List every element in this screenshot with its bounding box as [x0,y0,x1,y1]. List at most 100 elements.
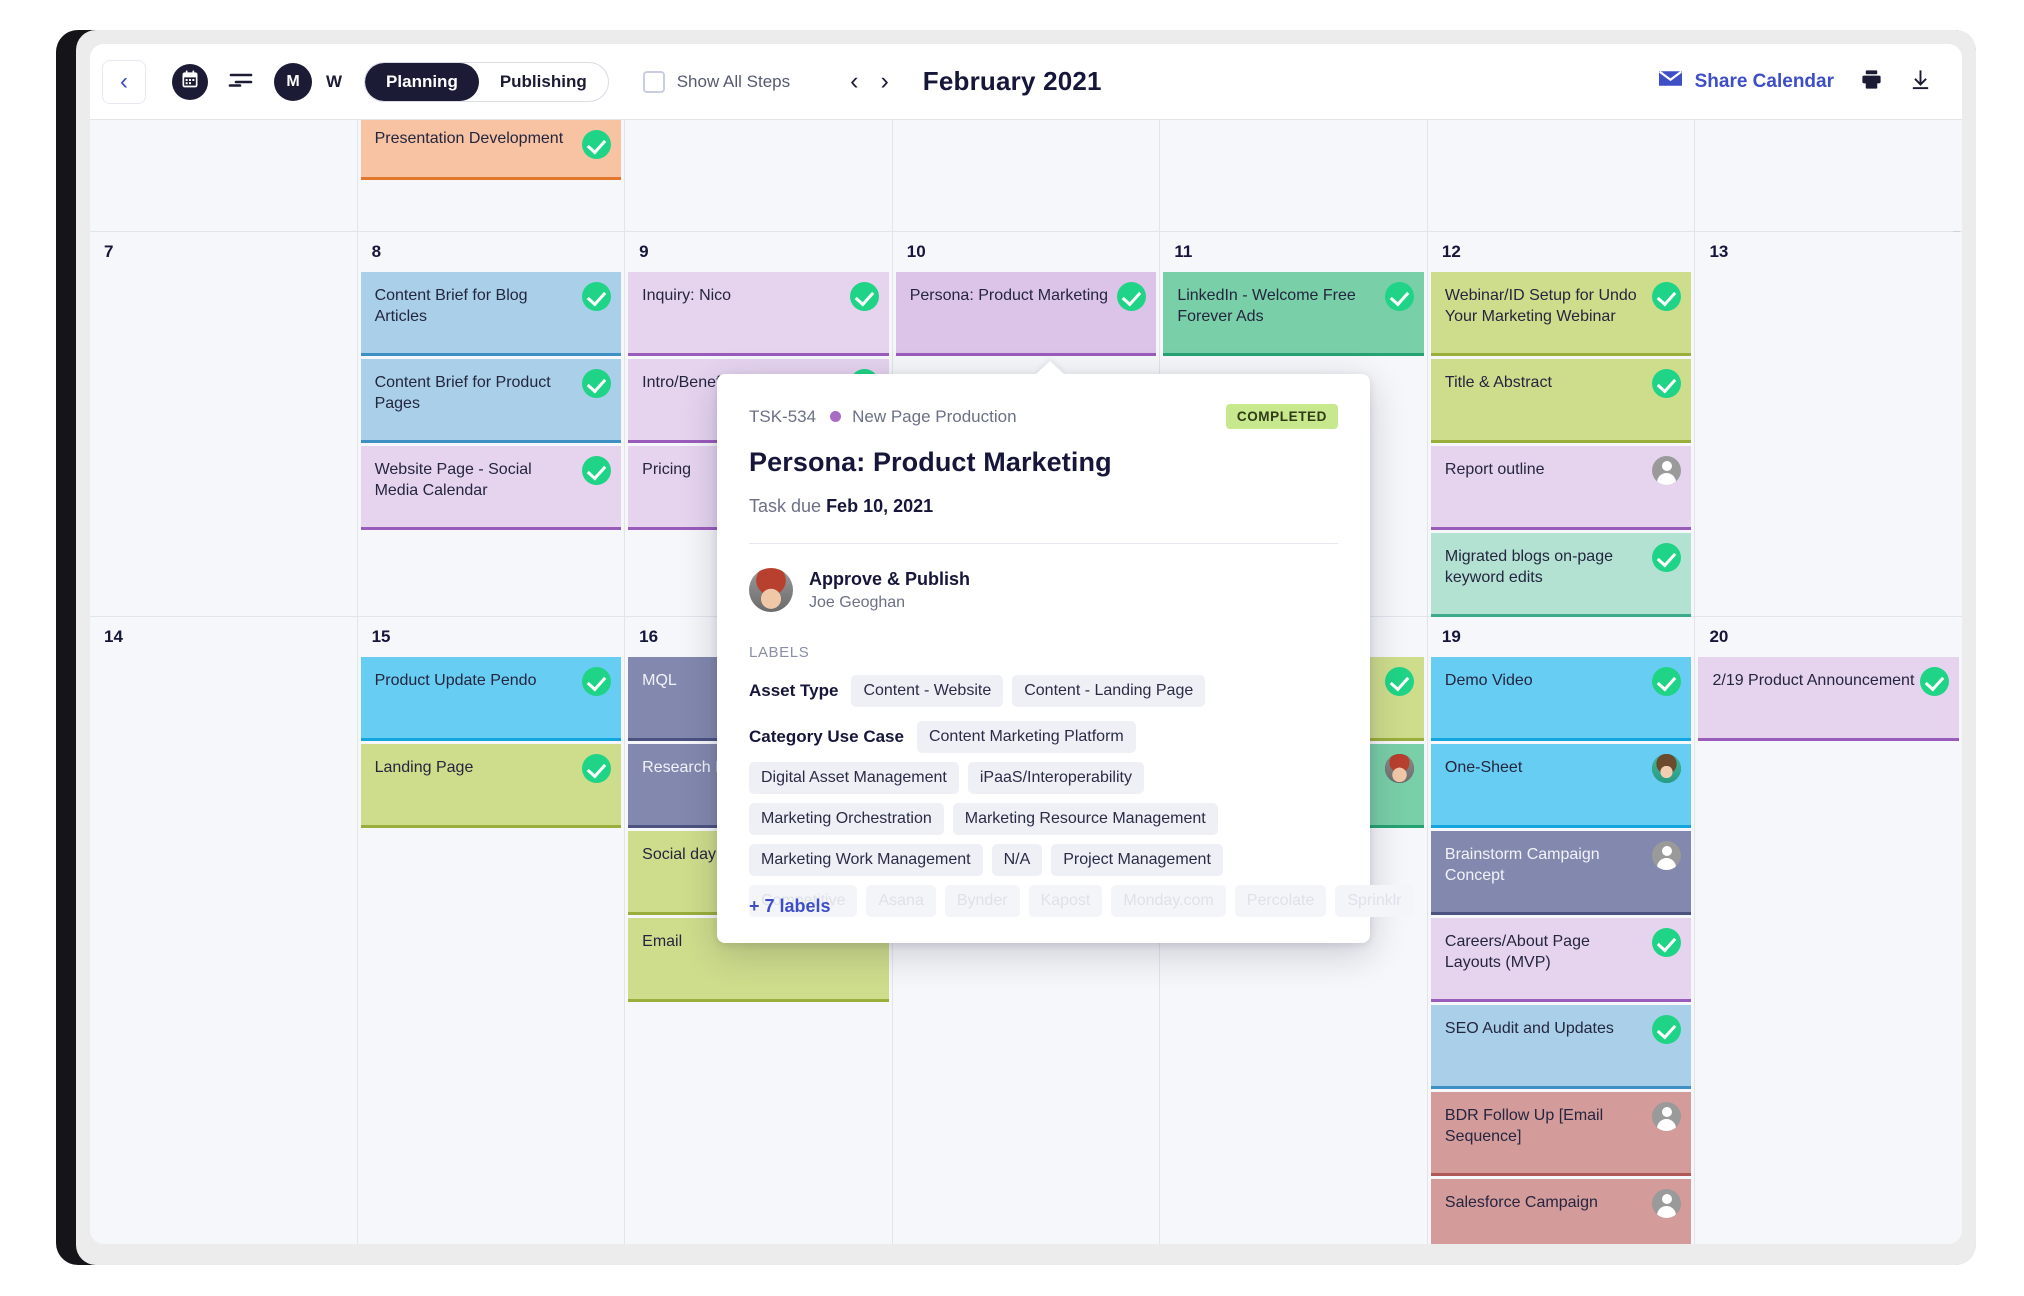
calendar-event[interactable]: Careers/About Page Layouts (MVP) [1430,918,1692,1002]
calendar-day[interactable] [625,120,893,231]
calendar-day[interactable]: Presentation Development [357,120,626,231]
completed-check-icon [582,456,612,485]
task-detail-popover[interactable]: TSK-534 New Page Production COMPLETED Pe… [717,374,1414,943]
label-chip[interactable]: Marketing Resource Management [952,803,1218,835]
calendar-day-8[interactable]: 8 Content Brief for Blog Articles Content … [357,232,626,616]
printer-icon [1860,69,1883,95]
calendar-day-19[interactable]: 19 Demo Video One-Sheet Brainstorm Campaign… [1427,617,1696,1244]
calendar-event[interactable]: One-Sheet [1430,744,1692,828]
label-group-name: Asset Type [749,681,839,700]
calendar-event[interactable]: Demo Video [1430,657,1692,741]
calendar-day[interactable] [90,120,358,231]
calendar-event[interactable]: Product Update Pendo [360,657,622,741]
calendar-event[interactable]: Brainstorm Campaign Concept [1430,831,1692,915]
popover-header: TSK-534 New Page Production COMPLETED [749,404,1338,429]
back-button[interactable]: ‹ [102,59,146,104]
sort-icon [228,69,254,94]
task-key: TSK-534 [749,406,817,426]
app-window: ‹ M W Planning Publishing Show All Steps… [90,44,1962,1244]
label-chip[interactable]: Digital Asset Management [749,762,959,794]
calendar-event[interactable]: Content Brief for Product Pages [360,359,622,443]
calendar-event[interactable]: Content Brief for Blog Articles [360,272,622,356]
event-title: Landing Page [374,759,474,776]
completed-check-icon [1652,1015,1682,1044]
day-events [90,120,357,126]
calendar-event[interactable]: 2/19 Product Announcement [1698,657,1960,741]
event-title: Presentation Development [374,130,564,147]
day-events [1695,272,1962,278]
label-chip[interactable]: N/A [991,844,1043,876]
calendar-day[interactable] [1160,120,1428,231]
label-chip[interactable]: Content - Website [851,675,1004,707]
calendar-event[interactable]: Website Page - Social Media Calendar [360,446,622,530]
completed-check-icon [582,130,612,159]
calendar-day[interactable] [1427,120,1696,231]
toolbar: ‹ M W Planning Publishing Show All Steps… [90,44,1962,120]
calendar-view-button[interactable] [172,63,208,100]
day-events [893,120,1160,126]
calendar-day-20[interactable]: 20 2/19 Product Announcement [1695,617,1962,1244]
show-all-steps-label: Show All Steps [676,71,791,91]
calendar-event[interactable]: Presentation Development [360,120,622,180]
calendar-day[interactable] [1695,120,1962,231]
sort-button[interactable] [228,69,254,95]
tab-publishing[interactable]: Publishing [479,63,608,101]
event-title: Content Brief for Product Pages [374,374,551,413]
label-group: Category Use Case Content Marketing Platf… [749,721,1338,876]
download-button[interactable] [1909,68,1932,96]
assignee-name: Joe Geoghan [809,593,906,611]
calendar-event[interactable]: Landing Page [360,744,622,828]
day-events [1428,120,1695,126]
calendar-event[interactable]: Webinar/ID Setup for Undo Your Marketing… [1430,272,1692,356]
calendar-event[interactable]: Migrated blogs on-page keyword edits [1430,533,1692,617]
completed-check-icon [1117,282,1147,311]
completed-check-icon [1652,928,1682,957]
label-chip[interactable]: Project Management [1051,844,1223,876]
more-labels-link[interactable]: + 7 labels [749,896,1338,917]
show-all-steps-toggle[interactable]: Show All Steps [642,70,791,93]
calendar-day[interactable] [892,120,1161,231]
print-button[interactable] [1860,68,1883,96]
calendar-event[interactable]: Salesforce Campaign [1430,1179,1692,1244]
tab-planning[interactable]: Planning [365,62,479,101]
calendar-event[interactable]: Title & Abstract [1430,359,1692,443]
chevron-left-icon: ‹ [120,67,128,95]
calendar-day-13[interactable]: 13 [1695,232,1962,616]
month-week-toggle[interactable]: M W [274,62,342,101]
show-all-steps-checkbox[interactable] [642,70,665,93]
month-toggle[interactable]: M [274,62,312,101]
label-chip[interactable]: iPaaS/Interoperability [967,762,1144,794]
completed-check-icon [849,282,879,311]
calendar-day-15[interactable]: 15 Product Update Pendo Landing Page [357,617,626,1244]
day-events: Presentation Development [358,120,625,189]
calendar-event[interactable]: LinkedIn - Welcome Free Forever Ads [1163,272,1424,356]
share-calendar-button[interactable]: Share Calendar [1658,69,1834,94]
calendar-day-12[interactable]: 12 Webinar/ID Setup for Undo Your Marketi… [1427,232,1696,617]
label-chip[interactable]: Marketing Work Management [749,844,983,876]
calendar-event[interactable]: Persona: Product Marketing [895,272,1157,356]
day-events: Persona: Product Marketing [893,272,1160,365]
completed-check-icon [582,369,612,398]
calendar-event[interactable]: BDR Follow Up [Email Sequence] [1430,1092,1692,1176]
week-toggle[interactable]: W [326,72,342,92]
day-events [90,657,357,663]
event-title: Careers/About Page Layouts (MVP) [1444,933,1590,972]
calendar-event[interactable]: SEO Audit and Updates [1430,1005,1692,1089]
download-icon [1909,69,1932,95]
label-chip[interactable]: Content Marketing Platform [916,721,1136,753]
assignee-avatar [1652,841,1682,870]
assignee-avatar [1652,1102,1682,1131]
day-events [1160,120,1427,126]
calendar-event[interactable]: Report outline [1430,446,1692,530]
calendar-day-7[interactable]: 7 [90,232,358,616]
assignee-avatar [1652,456,1682,485]
calendar-day-14[interactable]: 14 [90,617,358,1244]
calendar-event[interactable]: Inquiry: Nico [628,272,889,356]
event-title: Website Page - Social Media Calendar [374,461,532,500]
label-chip[interactable]: Content - Landing Page [1012,675,1206,707]
day-number: 19 [1441,627,1461,646]
planning-publishing-segmented-control[interactable]: Planning Publishing [364,61,609,102]
label-chip[interactable]: Marketing Orchestration [749,803,944,835]
next-month-button[interactable]: › [880,69,888,94]
prev-month-button[interactable]: ‹ [850,69,858,94]
